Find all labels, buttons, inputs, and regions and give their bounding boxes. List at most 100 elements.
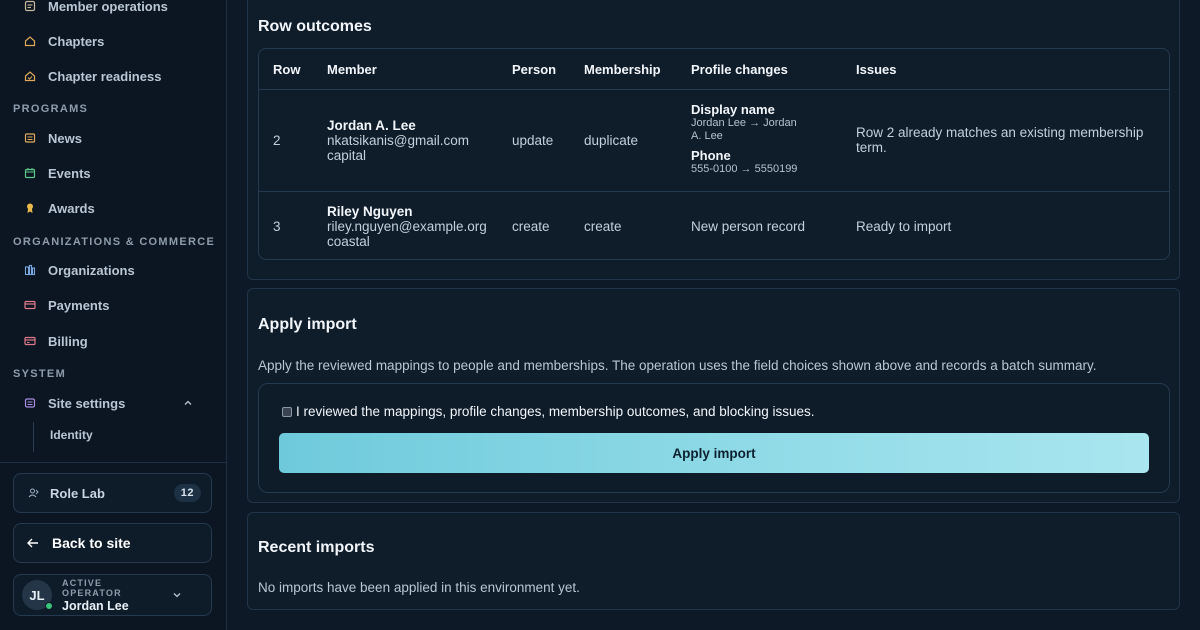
section-label-system: SYSTEM [13,368,67,380]
member-cell: Riley Nguyen riley.nguyen@example.org co… [327,204,487,249]
sidebar-item-label: News [48,130,82,146]
back-to-site-label: Back to site [52,535,131,551]
apply-import-title: Apply import [258,316,357,333]
home-icon [24,35,36,47]
member-cell: Jordan A. Lee nkatsikanis@gmail.com capi… [327,118,469,163]
member-email: nkatsikanis@gmail.com [327,133,470,148]
column-header-issues: Issues [856,62,897,77]
change-value: Jordan Lee → Jordan [691,117,797,129]
sidebar: Member operations Chapters Chapter readi… [0,0,227,630]
sidebar-item-awards[interactable]: Awards [24,197,95,219]
sidebar-item-events[interactable]: Events [24,162,91,184]
sidebar-item-organizations[interactable]: Organizations [24,259,135,281]
review-confirmation[interactable]: I reviewed the mappings, profile changes… [282,404,815,419]
column-header-member: Member [327,62,377,77]
review-checkbox[interactable] [282,406,292,417]
role-lab-count-badge: 12 [173,484,201,502]
column-header-membership: Membership [584,62,661,77]
row-divider [259,191,1169,192]
issue-text: Row 2 already matches an existing member… [856,125,1144,140]
chevron-up-icon[interactable] [182,397,194,409]
change-label-phone: Phone [691,148,731,163]
newspaper-icon [24,132,36,144]
change-value: A. Lee [691,130,723,142]
sidebar-item-news[interactable]: News [24,127,82,149]
sidebar-divider [0,462,227,463]
apply-import-button[interactable]: Apply import [279,433,1149,473]
section-label-organizations: ORGANIZATIONS & COMMERCE [13,236,216,248]
award-icon [24,202,36,214]
recent-imports-panel: Recent imports No imports have been appl… [247,512,1180,610]
member-chapter: coastal [327,234,370,249]
avatar-initials: JL [29,587,45,603]
sidebar-item-payments[interactable]: Payments [24,294,109,316]
calendar-icon [24,167,36,179]
operator-info: ACTIVE OPERATOR Jordan Lee [62,578,161,613]
row-number: 3 [273,219,281,234]
operator-name: Jordan Lee [62,598,129,613]
member-name: Jordan A. Lee [327,118,416,133]
issues-cell: Row 2 already matches an existing member… [856,125,1143,155]
row-divider [259,89,1169,90]
person-outcome: create [512,219,550,234]
apply-import-description: Apply the reviewed mappings to people an… [258,358,1097,373]
person-outcome: update [512,133,554,148]
sidebar-item-label: Chapters [48,33,105,49]
active-operator-switcher[interactable]: JL ACTIVE OPERATOR Jordan Lee [13,574,212,616]
sidebar-item-label: Member operations [48,0,168,14]
sidebar-item-member-operations[interactable]: Member operations [24,0,168,17]
change-value: 555-0100 → 5550199 [691,163,798,175]
column-header-person: Person [512,62,557,77]
avatar: JL [22,580,53,610]
row-outcomes-panel: Row outcomes Row Member Person Membershi… [247,0,1180,280]
credit-card-icon [24,299,36,311]
recent-imports-title: Recent imports [258,539,375,556]
arrow-left-icon [26,536,40,550]
sidebar-item-label: Awards [48,200,95,216]
buildings-icon [24,264,36,276]
sidebar-subitem-identity[interactable]: Identity [50,428,93,442]
member-chapter: capital [327,148,367,163]
section-label-programs: PROGRAMS [13,103,89,115]
sidebar-item-chapters[interactable]: Chapters [24,30,104,52]
row-number: 2 [273,133,281,148]
membership-outcome: duplicate [584,133,639,148]
online-status-dot [45,602,53,610]
profile-changes-cell: New person record [691,219,806,234]
row-outcomes-title: Row outcomes [258,18,372,35]
confirm-box: I reviewed the mappings, profile changes… [258,383,1170,493]
sidebar-item-label: Events [48,165,91,181]
apply-import-panel: Apply import Apply the reviewed mappings… [247,288,1180,503]
sidebar-item-billing[interactable]: Billing [24,330,88,352]
sidebar-item-label: Payments [48,297,110,313]
sidebar-item-label: Site settings [48,395,126,411]
operator-label: ACTIVE OPERATOR [62,577,122,598]
settings-icon [24,397,36,409]
back-to-site-button[interactable]: Back to site [13,523,212,563]
member-name: Riley Nguyen [327,204,413,219]
home-check-icon [24,70,36,82]
submenu-guide-line [33,422,34,452]
sidebar-item-site-settings[interactable]: Site settings [24,392,194,414]
change-label-display-name: Display name [691,102,775,117]
recent-imports-empty: No imports have been applied in this env… [258,580,580,595]
users-icon [28,487,40,499]
sidebar-item-label: Billing [48,333,88,349]
chevron-down-icon[interactable] [171,589,183,601]
issues-cell: Ready to import [856,219,952,234]
role-lab-label: Role Lab [50,485,105,501]
row-outcomes-table: Row Member Person Membership Profile cha… [258,48,1170,260]
column-header-row: Row [273,62,301,77]
sidebar-item-label: Chapter readiness [48,68,162,84]
sidebar-item-label: Organizations [48,262,135,278]
column-header-profile-changes: Profile changes [691,62,788,77]
billing-icon [24,335,36,347]
membership-outcome: create [584,219,622,234]
role-lab-button[interactable]: Role Lab 12 [13,473,212,513]
issue-text: term. [856,140,887,155]
review-checkbox-label: I reviewed the mappings, profile changes… [296,404,815,419]
sidebar-item-chapter-readiness[interactable]: Chapter readiness [24,65,161,87]
clipboard-icon [24,0,36,12]
profile-changes-cell: Display name Jordan Lee → Jordan A. Lee … [691,102,821,176]
member-email: riley.nguyen@example.org [327,219,487,234]
